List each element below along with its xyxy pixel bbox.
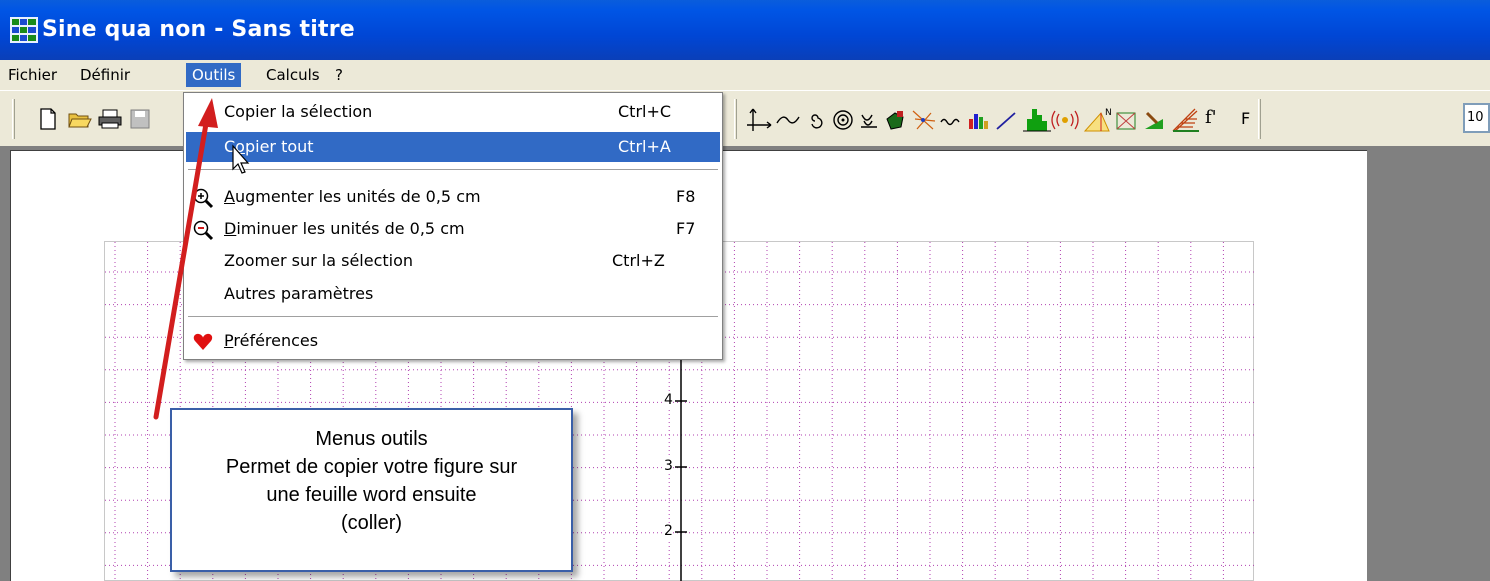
triangle-icon[interactable]: N bbox=[1083, 108, 1112, 132]
sequence-icon[interactable] bbox=[861, 114, 877, 128]
menu-help[interactable]: ? bbox=[329, 63, 349, 87]
spiral-icon[interactable] bbox=[833, 110, 853, 130]
sound-icon[interactable] bbox=[1051, 110, 1079, 130]
open-folder-icon[interactable] bbox=[68, 107, 92, 131]
y-tick-4: 4 bbox=[664, 392, 673, 408]
callout-line-1: Menus outils bbox=[315, 428, 428, 450]
callout-line-4: (coller) bbox=[340, 512, 403, 534]
region-icon[interactable] bbox=[886, 111, 904, 130]
cross-icon[interactable] bbox=[1116, 112, 1136, 130]
ladder-icon[interactable] bbox=[1172, 108, 1199, 132]
menu-preferences[interactable]: Préférences bbox=[186, 326, 720, 356]
heart-icon bbox=[193, 333, 213, 350]
menu-copier-tout[interactable]: Copier tout Ctrl+A bbox=[186, 132, 720, 162]
annotation-callout: Menus outils Permet de copier votre figu… bbox=[170, 408, 573, 572]
scatter-icon[interactable] bbox=[912, 110, 936, 130]
menu-bar: Fichier Définir Outils Calculs ? bbox=[0, 60, 1490, 90]
wave-icon[interactable] bbox=[940, 118, 960, 126]
menu-calculs[interactable]: Calculs bbox=[260, 63, 326, 87]
toolbar-grip-2[interactable] bbox=[734, 99, 737, 139]
svg-text:N: N bbox=[1105, 108, 1112, 118]
callout-line-2: Permet de copier votre figure sur bbox=[225, 456, 518, 478]
callout-line-3: une feuille word ensuite bbox=[266, 484, 477, 506]
curve-icon[interactable] bbox=[776, 116, 800, 124]
zoom-input[interactable]: 10 bbox=[1463, 103, 1490, 133]
histogram-icon[interactable] bbox=[1023, 109, 1051, 132]
menu-diminuer-unites[interactable]: Diminuer les unités de 0,5 cm F7 bbox=[186, 214, 720, 244]
print-icon[interactable] bbox=[98, 107, 122, 131]
y-tick-2: 2 bbox=[664, 523, 673, 539]
menu-augmenter-unites[interactable]: Augmenter les unités de 0,5 cm F8 bbox=[186, 182, 720, 212]
line-icon[interactable] bbox=[996, 112, 1016, 130]
outils-dropdown: Copier la sélection Ctrl+C Copier tout C… bbox=[183, 92, 723, 360]
bar-chart-icon[interactable] bbox=[969, 114, 988, 129]
menu-autres-parametres[interactable]: Autres paramètres bbox=[186, 279, 720, 309]
menu-fichier[interactable]: Fichier bbox=[2, 63, 63, 87]
window-title: Sine qua non - Sans titre bbox=[42, 17, 355, 42]
tool-icon[interactable] bbox=[1145, 111, 1163, 129]
axes-icon[interactable] bbox=[747, 108, 772, 131]
menu-separator-2 bbox=[188, 316, 718, 318]
title-bar: Sine qua non - Sans titre bbox=[0, 0, 1490, 60]
zoom-out-icon bbox=[193, 220, 214, 241]
y-tick-3: 3 bbox=[664, 458, 673, 474]
new-file-icon[interactable] bbox=[36, 107, 60, 131]
app-icon bbox=[10, 17, 38, 43]
save-icon[interactable] bbox=[128, 107, 152, 131]
zoom-in-icon bbox=[193, 188, 214, 209]
menu-copier-selection[interactable]: Copier la sélection Ctrl+C bbox=[186, 97, 720, 127]
menu-definir[interactable]: Définir bbox=[74, 63, 136, 87]
menu-zoomer-selection[interactable]: Zoomer sur la sélection Ctrl+Z bbox=[186, 246, 720, 276]
toolbar-grip-3[interactable] bbox=[1258, 99, 1261, 139]
menu-separator bbox=[188, 169, 718, 171]
tools-strip: N bbox=[747, 108, 1199, 132]
menu-outils[interactable]: Outils bbox=[186, 63, 242, 87]
derivative-button[interactable]: f' bbox=[1205, 107, 1217, 128]
spiral-small-icon[interactable] bbox=[811, 114, 823, 129]
primitive-button[interactable]: F bbox=[1241, 109, 1250, 128]
toolbar-grip[interactable] bbox=[12, 99, 15, 139]
